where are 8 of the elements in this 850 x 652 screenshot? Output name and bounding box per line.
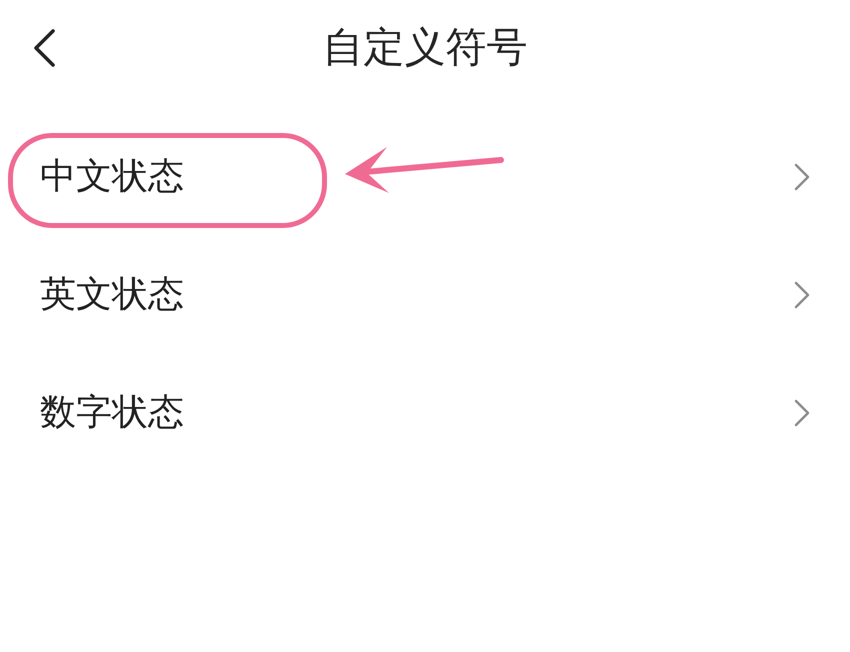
chevron-right-icon [794, 281, 810, 309]
settings-row[interactable]: 英文状态 [0, 236, 850, 354]
back-icon [32, 29, 56, 67]
page-title: 自定义符号 [322, 23, 528, 73]
chevron-right-icon [794, 399, 810, 427]
settings-row[interactable]: 中文状态 [0, 118, 850, 236]
chevron-right-icon [794, 163, 810, 191]
settings-row[interactable]: 数字状态 [0, 354, 850, 472]
